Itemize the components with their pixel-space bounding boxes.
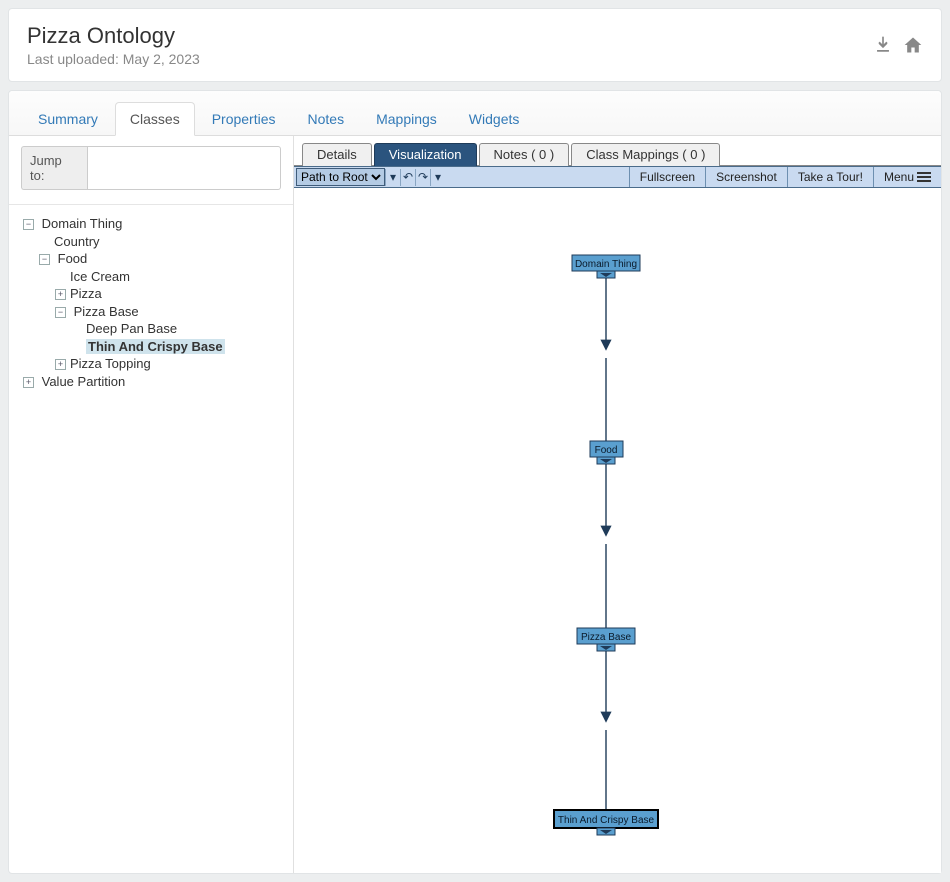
viz-mode-select[interactable]: Path to Root — [296, 168, 385, 186]
tree-node-country[interactable]: Country — [54, 234, 100, 249]
undo-icon[interactable]: ↶ — [400, 169, 415, 186]
svg-text:Food: Food — [595, 445, 618, 456]
tree-collapse-icon[interactable]: − — [23, 219, 34, 230]
tree-expand-icon[interactable]: + — [23, 377, 34, 388]
graph-node-pizza-base[interactable]: Pizza Base — [577, 628, 635, 651]
graph-node-thin-and-crispy-base[interactable]: Thin And Crispy Base — [554, 810, 658, 835]
download-icon[interactable] — [873, 35, 893, 58]
dropdown-icon[interactable]: ▾ — [385, 169, 400, 186]
tree-node-domain-thing[interactable]: Domain Thing — [42, 216, 123, 231]
tree-node-thin-and-crispy-base[interactable]: Thin And Crispy Base — [86, 339, 225, 354]
viz-toolbar: Path to Root ▾ ↶ ↷ ▾ Fullscreen Screensh… — [294, 166, 941, 188]
page-title: Pizza Ontology — [27, 23, 200, 49]
class-tree: − Domain Thing Country − Food Ice Cream … — [9, 205, 293, 400]
redo-icon[interactable]: ↷ — [415, 169, 430, 186]
tab-notes[interactable]: Notes — [293, 102, 360, 136]
dropdown-icon[interactable]: ▾ — [430, 169, 445, 186]
tree-expand-icon[interactable]: + — [55, 359, 66, 370]
tree-node-pizza-base[interactable]: Pizza Base — [74, 304, 139, 319]
jump-to-input[interactable] — [87, 146, 281, 190]
take-tour-button[interactable]: Take a Tour! — [787, 167, 873, 187]
graph-canvas[interactable]: Domain Thing Food — [294, 188, 941, 873]
viz-tab-notes[interactable]: Notes ( 0 ) — [479, 143, 570, 166]
main-tabs: Summary Classes Properties Notes Mapping… — [9, 91, 941, 136]
jump-to-label: Jump to: — [21, 146, 87, 190]
tab-widgets[interactable]: Widgets — [454, 102, 535, 136]
tab-properties[interactable]: Properties — [197, 102, 291, 136]
graph-node-food[interactable]: Food — [590, 441, 623, 464]
header-card: Pizza Ontology Last uploaded: May 2, 202… — [8, 8, 942, 82]
viz-tab-class-mappings[interactable]: Class Mappings ( 0 ) — [571, 143, 720, 166]
menu-button[interactable]: Menu — [873, 167, 941, 187]
screenshot-button[interactable]: Screenshot — [705, 167, 787, 187]
home-icon[interactable] — [903, 35, 923, 58]
page-subtitle: Last uploaded: May 2, 2023 — [27, 51, 200, 67]
tree-node-food[interactable]: Food — [58, 251, 88, 266]
visualization-panel: Details Visualization Notes ( 0 ) Class … — [294, 136, 941, 873]
tree-collapse-icon[interactable]: − — [55, 307, 66, 318]
tab-summary[interactable]: Summary — [23, 102, 113, 136]
tree-node-deep-pan-base[interactable]: Deep Pan Base — [86, 321, 177, 336]
tab-classes[interactable]: Classes — [115, 102, 195, 136]
tree-node-pizza-topping[interactable]: Pizza Topping — [70, 356, 151, 371]
tab-mappings[interactable]: Mappings — [361, 102, 452, 136]
viz-tab-visualization[interactable]: Visualization — [374, 143, 477, 166]
menu-label: Menu — [884, 170, 914, 184]
tree-node-ice-cream[interactable]: Ice Cream — [70, 269, 130, 284]
tree-node-pizza[interactable]: Pizza — [70, 286, 102, 301]
fullscreen-button[interactable]: Fullscreen — [629, 167, 705, 187]
tree-expand-icon[interactable]: + — [55, 289, 66, 300]
graph-node-domain-thing[interactable]: Domain Thing — [572, 255, 640, 278]
svg-text:Pizza Base: Pizza Base — [581, 632, 631, 643]
content-card: Summary Classes Properties Notes Mapping… — [8, 90, 942, 874]
class-tree-panel: Jump to: − Domain Thing Country − — [9, 136, 294, 873]
detail-tabs: Details Visualization Notes ( 0 ) Class … — [294, 136, 941, 166]
tree-node-value-partition[interactable]: Value Partition — [42, 374, 126, 389]
viz-tab-details[interactable]: Details — [302, 143, 372, 166]
tree-collapse-icon[interactable]: − — [39, 254, 50, 265]
svg-text:Domain Thing: Domain Thing — [575, 259, 637, 270]
svg-text:Thin And Crispy Base: Thin And Crispy Base — [558, 815, 655, 826]
hamburger-icon — [917, 172, 931, 182]
